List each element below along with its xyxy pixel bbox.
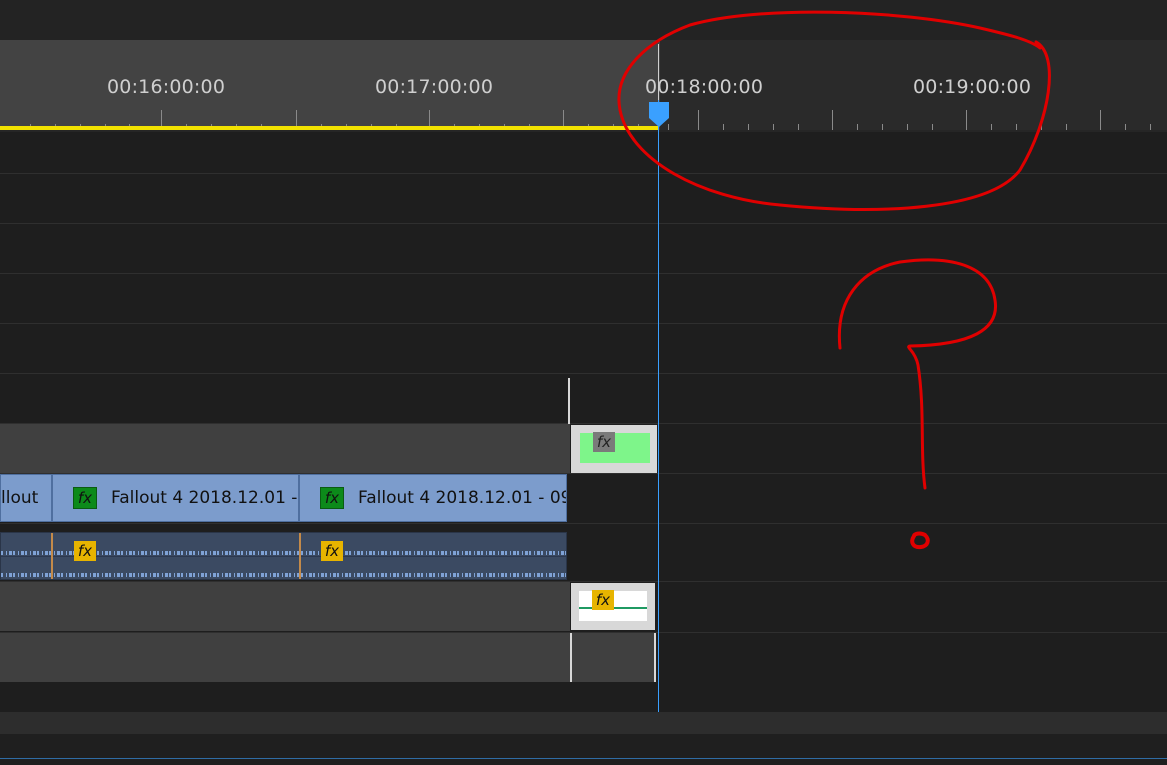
circle-annotation [617,10,1051,211]
question-mark-annotation [837,258,998,490]
annotation-overlay [617,10,1051,550]
question-dot-annotation [910,531,930,550]
